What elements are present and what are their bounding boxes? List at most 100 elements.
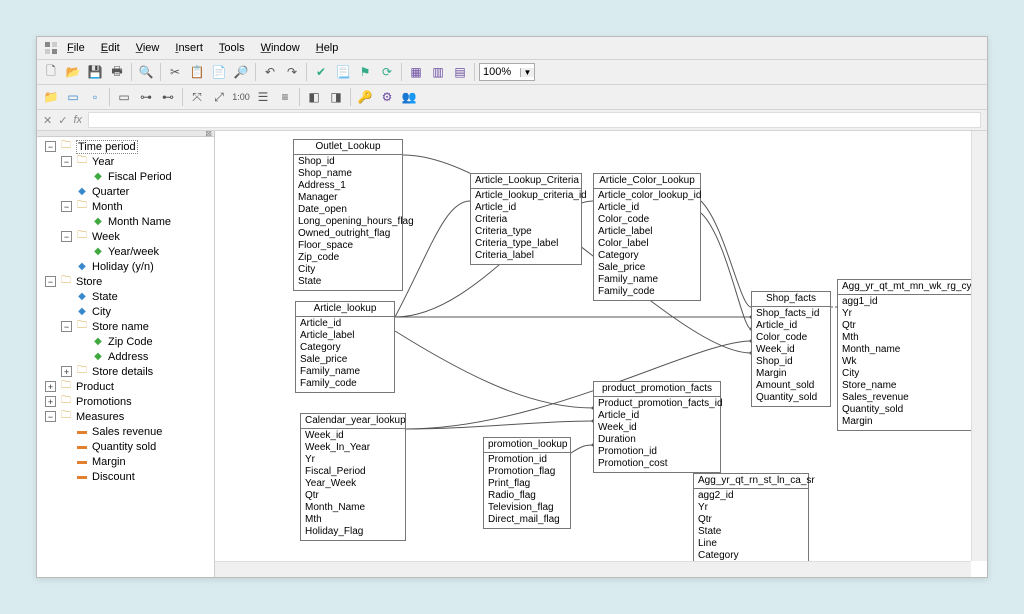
tree-item[interactable]: ▬Margin	[37, 454, 214, 469]
find-icon[interactable]: 🔎	[231, 62, 251, 82]
table-column[interactable]: Margin	[842, 416, 982, 428]
tree-item[interactable]: ◆Year/week	[37, 244, 214, 259]
table-column[interactable]: Article_label	[300, 330, 390, 342]
tree-item[interactable]: −🗀Store	[37, 274, 214, 289]
table-column[interactable]: Week_In_Year	[305, 442, 401, 454]
expand-icon[interactable]: +	[45, 396, 56, 407]
tree-item[interactable]: ◆Holiday (y/n)	[37, 259, 214, 274]
tree-item[interactable]: ▬Sales revenue	[37, 424, 214, 439]
table-column[interactable]: Family_name	[598, 274, 696, 286]
table-outlet[interactable]: Outlet_LookupShop_idShop_nameAddress_1Ma…	[293, 139, 403, 291]
scale-icon[interactable]: 1:00	[231, 87, 251, 107]
table-column[interactable]: Shop_id	[756, 356, 826, 368]
table-column[interactable]: Color_code	[756, 332, 826, 344]
table-column[interactable]: Promotion_id	[598, 446, 716, 458]
table-column[interactable]: Zip_code	[298, 252, 398, 264]
table-column[interactable]: Print_flag	[488, 478, 566, 490]
grid-icon[interactable]: ▦	[406, 62, 426, 82]
menu-window[interactable]: Window	[257, 40, 304, 56]
table-column[interactable]: Shop_id	[298, 156, 398, 168]
table-column[interactable]: Family_code	[300, 378, 390, 390]
menu-file[interactable]: File	[63, 40, 89, 56]
layout2-icon[interactable]: ▤	[450, 62, 470, 82]
table-column[interactable]: Direct_mail_flag	[488, 514, 566, 526]
table-column[interactable]: Qtr	[305, 490, 401, 502]
paste-icon[interactable]: 📄	[209, 62, 229, 82]
table-column[interactable]: agg1_id	[842, 296, 982, 308]
tree-item[interactable]: −🗀Month	[37, 199, 214, 214]
cancel-formula-icon[interactable]: ✕	[43, 114, 52, 127]
expand-icon[interactable]: +	[61, 366, 72, 377]
table-column[interactable]: agg2_id	[698, 490, 804, 502]
table-agg1[interactable]: Agg_yr_qt_mt_mn_wk_rg_cy_sn_sr_qt_maagg1…	[837, 279, 987, 431]
new-icon[interactable]: 🗋	[41, 62, 61, 82]
tree-item[interactable]: ◆Quarter	[37, 184, 214, 199]
flag-icon[interactable]: ⚑	[355, 62, 375, 82]
table-column[interactable]: Television_flag	[488, 502, 566, 514]
tree-item[interactable]: ◆Zip Code	[37, 334, 214, 349]
table-column[interactable]: Quantity_sold	[842, 404, 982, 416]
tree-item[interactable]: ◆State	[37, 289, 214, 304]
menu-help[interactable]: Help	[312, 40, 343, 56]
table-column[interactable]: Criteria_type_label	[475, 238, 577, 250]
table-column[interactable]: Article_lookup_criteria_id	[475, 190, 577, 202]
table-prodprom[interactable]: product_promotion_factsProduct_promotion…	[593, 381, 721, 473]
table-column[interactable]: Category	[300, 342, 390, 354]
object-tree[interactable]: −🗀Time period−🗀Year◆Fiscal Period◆Quarte…	[37, 137, 214, 577]
check-icon[interactable]: ✔	[311, 62, 331, 82]
copy-icon[interactable]: 📋	[187, 62, 207, 82]
table-column[interactable]: Mth	[305, 514, 401, 526]
scrollbar-horizontal[interactable]	[215, 561, 971, 577]
table-column[interactable]: Week_id	[305, 430, 401, 442]
table-column[interactable]: Quantity_sold	[756, 392, 826, 404]
table-column[interactable]: Criteria_label	[475, 250, 577, 262]
table-column[interactable]: Criteria_type	[475, 226, 577, 238]
folder-icon[interactable]: 📁	[41, 87, 61, 107]
table-column[interactable]: Article_id	[598, 410, 716, 422]
tree-item[interactable]: ◆Address	[37, 349, 214, 364]
tree-item[interactable]: −🗀Year	[37, 154, 214, 169]
tree-item[interactable]: −🗀Time period	[37, 139, 214, 154]
table-column[interactable]: Article_id	[756, 320, 826, 332]
tree-item[interactable]: +🗀Store details	[37, 364, 214, 379]
table-column[interactable]: Yr	[842, 308, 982, 320]
list-icon[interactable]: ≡	[275, 87, 295, 107]
alias-icon[interactable]: ▭	[114, 87, 134, 107]
table-column[interactable]: Mth	[842, 332, 982, 344]
table-column[interactable]: Line	[698, 538, 804, 550]
table-column[interactable]: Amount_sold	[756, 380, 826, 392]
collapse-icon[interactable]: −	[61, 321, 72, 332]
tree-item[interactable]: −🗀Measures	[37, 409, 214, 424]
table-column[interactable]: Sale_price	[598, 262, 696, 274]
table-column[interactable]: Article_id	[598, 202, 696, 214]
zoom-input[interactable]	[480, 65, 520, 79]
print-icon[interactable]: 🖶	[107, 62, 127, 82]
table-column[interactable]: Address_1	[298, 180, 398, 192]
key-icon[interactable]: 🔑	[355, 87, 375, 107]
undo-icon[interactable]: ↶	[260, 62, 280, 82]
table-icon[interactable]: ▭	[63, 87, 83, 107]
arrange-icon[interactable]: ⤧	[187, 87, 207, 107]
table-calyear[interactable]: Calendar_year_lookupWeek_idWeek_In_YearY…	[300, 413, 406, 541]
table-column[interactable]: Shop_facts_id	[756, 308, 826, 320]
table-column[interactable]: City	[842, 368, 982, 380]
join-icon[interactable]: ⊶	[136, 87, 156, 107]
table-column[interactable]: Year_Week	[305, 478, 401, 490]
tree-item[interactable]: ▬Quantity sold	[37, 439, 214, 454]
lov-icon[interactable]: ◨	[326, 87, 346, 107]
table-column[interactable]: Yr	[698, 502, 804, 514]
zoom-dropdown-icon[interactable]: ▼	[520, 68, 534, 77]
table-column[interactable]: Floor_space	[298, 240, 398, 252]
zoom-fit-icon[interactable]: ⤢	[209, 87, 229, 107]
table-column[interactable]: Owned_outright_flag	[298, 228, 398, 240]
doc-icon[interactable]: 📃	[333, 62, 353, 82]
table-column[interactable]: Promotion_flag	[488, 466, 566, 478]
table-column[interactable]: Shop_name	[298, 168, 398, 180]
fx-icon[interactable]: fx	[73, 114, 82, 126]
collapse-icon[interactable]: −	[45, 141, 56, 152]
zoom-combo[interactable]: ▼	[479, 63, 535, 81]
tree-item[interactable]: +🗀Product	[37, 379, 214, 394]
hierarchy-icon[interactable]: ◧	[304, 87, 324, 107]
table-column[interactable]: Sale_price	[300, 354, 390, 366]
collapse-icon[interactable]: −	[45, 411, 56, 422]
